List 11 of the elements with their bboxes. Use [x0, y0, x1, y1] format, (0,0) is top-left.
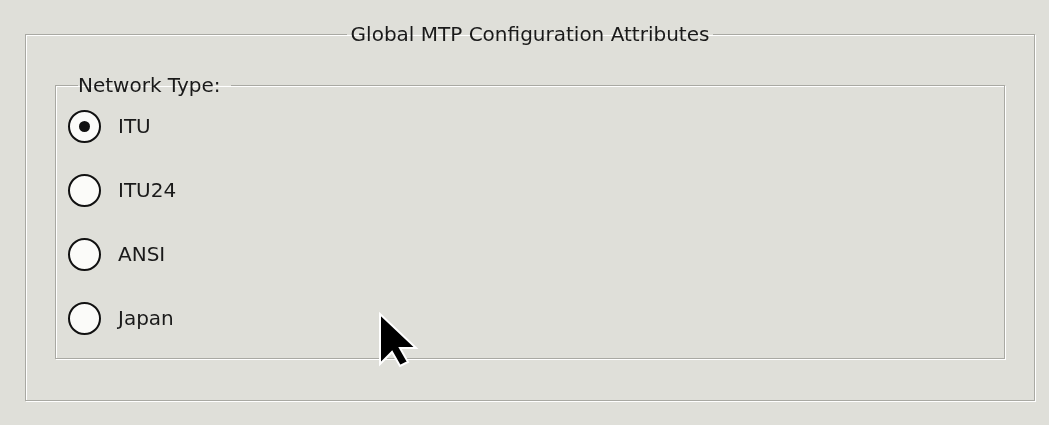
- radio-option[interactable]: ITU: [68, 109, 151, 143]
- network-type-label: Network Type:: [78, 74, 222, 97]
- radio-button[interactable]: [68, 173, 101, 207]
- radio-button[interactable]: [68, 109, 101, 143]
- radio-option[interactable]: Japan: [68, 301, 174, 335]
- radio-button[interactable]: [68, 301, 101, 335]
- radio-option[interactable]: ITU24: [68, 173, 177, 207]
- radio-option[interactable]: ANSI: [68, 237, 166, 271]
- group-title: Global MTP Configuration Attributes: [349, 23, 711, 46]
- mouse-pointer-icon: [378, 312, 420, 368]
- radio-button[interactable]: [68, 237, 101, 271]
